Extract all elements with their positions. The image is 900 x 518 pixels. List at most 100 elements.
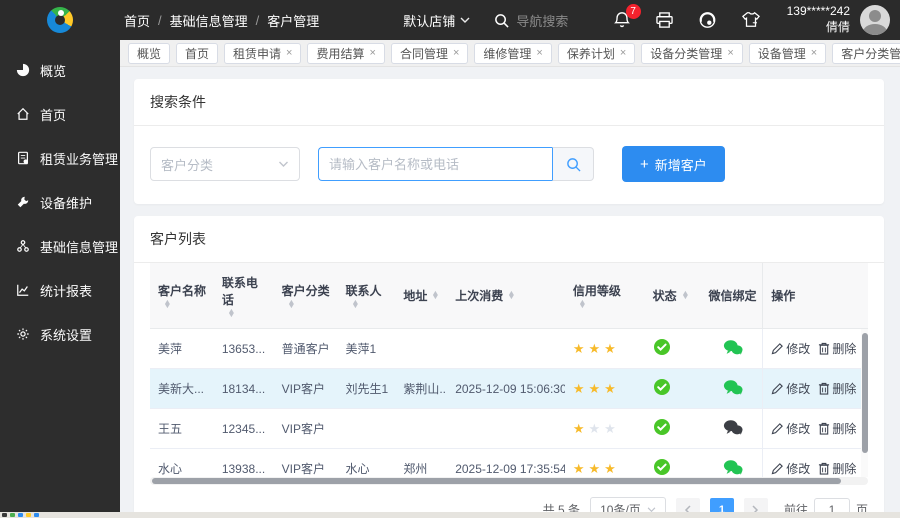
user-info[interactable]: 139*****242 倩倩: [787, 4, 850, 35]
open-tab-2[interactable]: 租赁申请 ×: [224, 42, 302, 64]
sort-icon[interactable]: ▲ ▼: [287, 299, 295, 310]
column-header-0[interactable]: 客户名称 ▲ ▼: [150, 263, 214, 328]
store-selector-label: 默认店铺: [403, 13, 456, 29]
sort-icon[interactable]: ▲ ▼: [508, 290, 516, 301]
edit-button[interactable]: 修改: [771, 420, 810, 437]
sort-icon[interactable]: ▲ ▼: [432, 290, 440, 301]
breadcrumb-base-info[interactable]: 基础信息管理: [170, 11, 248, 30]
pie-chart-icon: [16, 63, 31, 77]
column-header-4[interactable]: 地址 ▲ ▼: [395, 263, 447, 328]
column-header-7[interactable]: 状态 ▲ ▼: [645, 263, 701, 328]
close-tab-icon[interactable]: ×: [811, 47, 817, 59]
sidebar-item-4[interactable]: 基础信息管理: [0, 224, 120, 268]
sort-icon[interactable]: ▲ ▼: [351, 299, 359, 310]
cell-status[interactable]: [645, 458, 701, 477]
sort-icon[interactable]: ▲ ▼: [578, 299, 586, 310]
sort-icon[interactable]: ▲ ▼: [681, 290, 689, 301]
taskbar-icon: [26, 513, 31, 517]
open-tab-5[interactable]: 维修管理 ×: [474, 42, 552, 64]
status-enabled-icon: [653, 379, 670, 395]
column-header-2[interactable]: 客户分类 ▲ ▼: [274, 263, 338, 328]
add-customer-label: 新增客户: [654, 157, 707, 173]
sidebar-item-label: 系统设置: [40, 327, 93, 343]
vertical-scrollbar[interactable]: [861, 329, 868, 477]
user-avatar[interactable]: [860, 5, 890, 35]
open-tab-6[interactable]: 保养计划 ×: [557, 42, 636, 64]
open-tab-1[interactable]: 首页: [176, 42, 219, 64]
sidebar-item-2[interactable]: 租赁业务管理: [0, 136, 120, 180]
delete-button[interactable]: 删除: [818, 420, 856, 437]
horizontal-scrollbar-thumb[interactable]: [152, 478, 842, 484]
cell-category: 普通客户: [281, 342, 330, 356]
vertical-scrollbar-thumb[interactable]: [861, 333, 868, 453]
star-icon: ★: [572, 460, 585, 476]
open-tab-7[interactable]: 设备分类管理 ×: [641, 42, 743, 64]
customer-category-select[interactable]: 客户分类: [150, 147, 300, 181]
horizontal-scrollbar[interactable]: [150, 477, 868, 485]
main-area: 概览 首页 租赁申请 × 费用结算 × 合同管理 × 维修管理 × 保养计划 × 设备分类管理 × 设备管理…: [120, 40, 900, 518]
star-icon: ★: [572, 340, 585, 356]
delete-button[interactable]: 删除: [818, 340, 856, 357]
cell-phone: 13938...: [221, 461, 266, 476]
sidebar-item-label: 概览: [40, 63, 67, 79]
notification-bell-icon[interactable]: 7: [613, 4, 641, 29]
search-panel: 搜索条件 客户分类 + 新增客户: [134, 79, 884, 204]
sidebar-item-0[interactable]: 概览: [0, 48, 120, 92]
sidebar-item-1[interactable]: 首页: [0, 92, 120, 136]
delete-label: 删除: [832, 382, 857, 396]
app-logo[interactable]: [0, 7, 120, 33]
sidebar-item-6[interactable]: 系统设置: [0, 312, 120, 356]
nav-search[interactable]: 导航搜索: [494, 11, 568, 30]
table-row-1[interactable]: 美新大... 18134... VIP客户 刘先生1 紫荆山... 2025-12-09 …: [150, 369, 868, 409]
cell-wechat: [700, 459, 762, 478]
edit-button[interactable]: 修改: [771, 340, 810, 357]
close-tab-icon[interactable]: ×: [727, 47, 733, 59]
delete-label: 删除: [832, 462, 857, 476]
support-headset-icon[interactable]: [698, 11, 717, 29]
sidebar-item-3[interactable]: 设备维护: [0, 180, 120, 224]
store-selector[interactable]: 默认店铺: [403, 11, 470, 30]
sort-icon[interactable]: ▲ ▼: [227, 308, 235, 319]
edit-button[interactable]: 修改: [771, 460, 810, 477]
breadcrumb-customer-mgmt[interactable]: 客户管理: [267, 11, 319, 30]
open-tab-8[interactable]: 设备管理 ×: [748, 42, 827, 64]
table-row-3[interactable]: 水心 13938... VIP客户 水心 郑州 2025-12-09 17:35:54 ★ ★…: [150, 449, 868, 477]
sidebar-item-5[interactable]: 统计报表: [0, 268, 120, 312]
search-button[interactable]: [552, 147, 594, 181]
column-header-1[interactable]: 联系电话 ▲ ▼: [214, 263, 274, 328]
delete-button[interactable]: 删除: [818, 380, 856, 397]
theme-switch-shirt-icon[interactable]: [741, 11, 761, 29]
tab-label: 首页: [185, 46, 210, 61]
close-tab-icon[interactable]: ×: [370, 47, 376, 59]
cell-status[interactable]: [645, 378, 701, 399]
add-customer-button[interactable]: + 新增客户: [622, 146, 725, 182]
breadcrumb-home[interactable]: 首页: [124, 11, 150, 30]
star-icon: ★: [572, 380, 585, 396]
column-header-6[interactable]: 信用等级 ▲ ▼: [565, 263, 645, 328]
column-label: 状态: [652, 289, 677, 303]
close-tab-icon[interactable]: ×: [286, 47, 292, 59]
keyword-input[interactable]: [318, 147, 552, 181]
cell-credit-stars: ★ ★ ★: [565, 421, 645, 437]
close-tab-icon[interactable]: ×: [620, 47, 626, 59]
cell-status[interactable]: [645, 338, 701, 359]
open-tab-9[interactable]: 客户分类管理×: [832, 42, 900, 64]
taskbar-icon: [34, 513, 39, 517]
sort-icon[interactable]: ▲ ▼: [163, 299, 171, 310]
close-tab-icon[interactable]: ×: [536, 47, 542, 59]
printer-icon[interactable]: [655, 11, 674, 29]
taskbar-icon: [2, 513, 7, 517]
column-header-5[interactable]: 上次消费 ▲ ▼: [447, 263, 565, 328]
close-tab-icon[interactable]: ×: [453, 47, 459, 59]
cell-status[interactable]: [645, 418, 701, 439]
home-icon: [16, 107, 31, 121]
table-row-2[interactable]: 王五 12345... VIP客户 ★ ★ ★ 修改 删除: [150, 409, 868, 449]
open-tab-4[interactable]: 合同管理 ×: [390, 42, 469, 64]
column-header-3[interactable]: 联系人 ▲ ▼: [338, 263, 396, 328]
delete-button[interactable]: 删除: [818, 460, 856, 477]
app-window: 首页 / 基础信息管理 / 客户管理 默认店铺 导航搜索 7 139*****2…: [0, 0, 900, 518]
edit-button[interactable]: 修改: [771, 380, 810, 397]
open-tab-0[interactable]: 概览: [128, 42, 171, 64]
table-row-0[interactable]: 美萍 13653... 普通客户 美萍1 ★ ★ ★ 修改 删除: [150, 329, 868, 369]
open-tab-3[interactable]: 费用结算 ×: [307, 42, 385, 64]
